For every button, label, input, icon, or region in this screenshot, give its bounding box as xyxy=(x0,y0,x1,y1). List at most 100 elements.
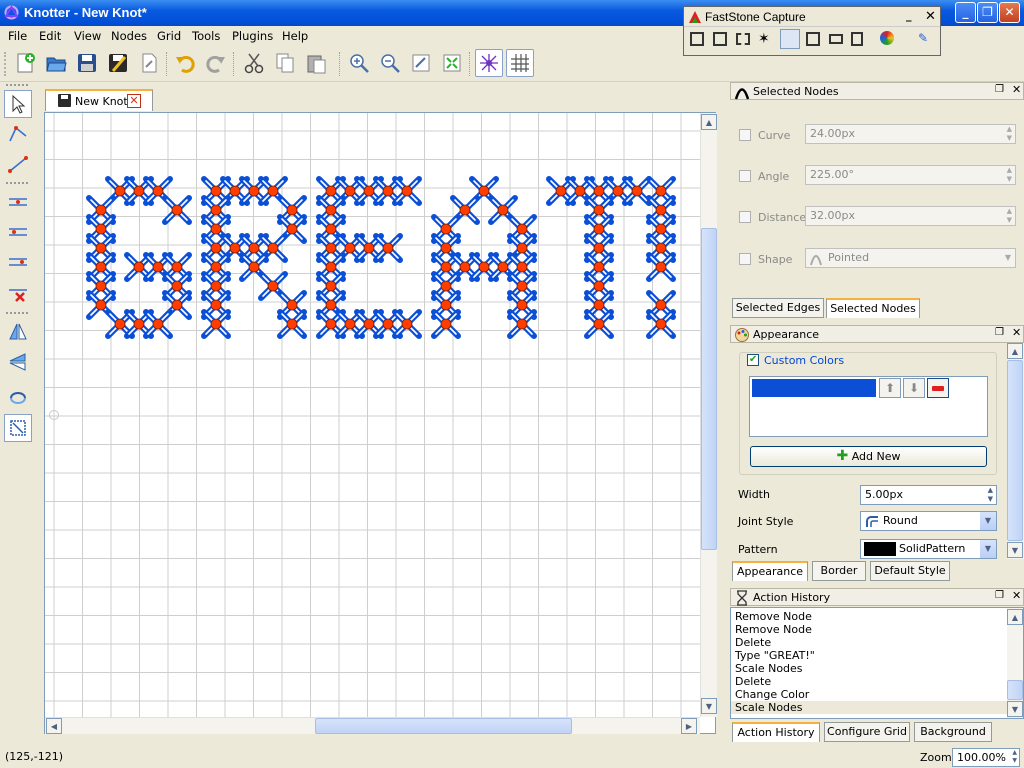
knot-node[interactable] xyxy=(171,299,183,311)
knot-node[interactable] xyxy=(478,261,490,273)
capture-settings-button[interactable]: ✎ xyxy=(918,31,928,45)
knot-node[interactable] xyxy=(497,204,509,216)
knot-node[interactable] xyxy=(325,185,337,197)
pattern-select[interactable]: SolidPattern ▼ xyxy=(860,539,997,559)
remove-color-button[interactable] xyxy=(927,378,949,398)
faststone-close-button[interactable]: ✕ xyxy=(925,9,936,24)
knot-node[interactable] xyxy=(344,318,356,330)
history-item[interactable]: Remove Node xyxy=(731,623,1009,636)
knot-node[interactable] xyxy=(363,242,375,254)
knot-node[interactable] xyxy=(382,185,394,197)
distance-checkbox[interactable] xyxy=(739,211,751,223)
width-spinbox[interactable]: 5.00px ▲ ▼ xyxy=(860,485,997,505)
knot-node[interactable] xyxy=(210,280,222,292)
scroll-up-button[interactable]: ▲ xyxy=(701,114,717,130)
knot-node[interactable] xyxy=(655,185,667,197)
knot-node[interactable] xyxy=(516,242,528,254)
joint-style-select[interactable]: Round ▼ xyxy=(860,511,997,531)
knot-node[interactable] xyxy=(171,261,183,273)
knot-node[interactable] xyxy=(555,185,567,197)
angle-checkbox[interactable] xyxy=(739,170,751,182)
knot-node[interactable] xyxy=(655,261,667,273)
knot-node[interactable] xyxy=(286,204,298,216)
capture-region-button[interactable] xyxy=(736,33,750,45)
knot-node[interactable] xyxy=(286,299,298,311)
knot-letter[interactable] xyxy=(316,176,422,339)
tab-background[interactable]: Background xyxy=(914,722,992,742)
knot-node[interactable] xyxy=(459,261,471,273)
tab-border[interactable]: Border xyxy=(812,561,866,581)
tab-selected-edges[interactable]: Selected Edges xyxy=(732,298,824,318)
maximize-button[interactable]: ❐ xyxy=(977,2,998,23)
capture-freehand-button[interactable]: ✶ xyxy=(758,31,770,47)
history-item[interactable]: Remove Node xyxy=(731,610,1009,623)
scroll-down-button[interactable]: ▼ xyxy=(1007,542,1023,558)
knot-node[interactable] xyxy=(325,318,337,330)
history-scrollbar[interactable]: ▲ ▼ xyxy=(1007,608,1023,718)
color-list[interactable]: ⬆ ⬇ xyxy=(749,376,988,437)
knot-node[interactable] xyxy=(133,318,145,330)
knot-drawing[interactable] xyxy=(45,113,715,733)
knot-node[interactable] xyxy=(95,223,107,235)
capture-fullscreen-button[interactable] xyxy=(780,29,800,49)
history-item[interactable]: Type "GREAT!" xyxy=(731,649,1009,662)
knot-node[interactable] xyxy=(114,185,126,197)
knot-node[interactable] xyxy=(248,242,260,254)
float-dock-button[interactable]: ❐ xyxy=(995,327,1004,338)
knot-node[interactable] xyxy=(95,261,107,273)
knot-node[interactable] xyxy=(440,299,452,311)
display-graph-button[interactable] xyxy=(475,49,503,77)
curve-checkbox[interactable] xyxy=(739,129,751,141)
knot-node[interactable] xyxy=(593,223,605,235)
knot-node[interactable] xyxy=(210,242,222,254)
move-color-up-button[interactable]: ⬆ xyxy=(879,378,901,398)
knot-node[interactable] xyxy=(286,318,298,330)
tab-configure-grid[interactable]: Configure Grid xyxy=(824,722,910,742)
menu-tools[interactable]: Tools xyxy=(192,29,220,43)
knot-node[interactable] xyxy=(593,185,605,197)
redo-button[interactable] xyxy=(202,49,230,77)
knot-node[interactable] xyxy=(229,185,241,197)
knot-node[interactable] xyxy=(210,261,222,273)
knot-node[interactable] xyxy=(516,299,528,311)
distance-spinbox[interactable]: 32.00px ▲ ▼ xyxy=(805,206,1016,226)
save-as-button[interactable] xyxy=(104,49,132,77)
scroll-down-button[interactable]: ▼ xyxy=(1007,701,1023,717)
edge-type-wall-button[interactable] xyxy=(4,218,32,246)
scroll-thumb[interactable] xyxy=(1007,360,1023,541)
history-list[interactable]: Remove Node Remove Node Delete Type "GRE… xyxy=(730,607,1024,719)
capture-scrolling-button[interactable] xyxy=(806,32,820,46)
move-color-down-button[interactable]: ⬇ xyxy=(903,378,925,398)
flip-vertical-button[interactable] xyxy=(4,348,32,376)
minimize-button[interactable]: _ xyxy=(955,2,976,23)
history-item[interactable]: Scale Nodes xyxy=(731,662,1009,675)
scroll-thumb[interactable] xyxy=(1007,680,1023,700)
knot-node[interactable] xyxy=(593,261,605,273)
knot-node[interactable] xyxy=(655,204,667,216)
curve-spinbox[interactable]: 24.00px ▲ ▼ xyxy=(805,124,1016,144)
knot-node[interactable] xyxy=(95,242,107,254)
close-button[interactable]: ✕ xyxy=(999,2,1020,23)
knot-node[interactable] xyxy=(401,185,413,197)
knot-node[interactable] xyxy=(401,318,413,330)
knot-node[interactable] xyxy=(593,280,605,292)
undo-button[interactable] xyxy=(171,49,199,77)
scroll-down-button[interactable]: ▼ xyxy=(701,698,717,714)
knot-node[interactable] xyxy=(267,185,279,197)
custom-colors-checkbox[interactable]: ✔ xyxy=(747,354,759,366)
edge-chain-tool-button[interactable] xyxy=(4,150,32,178)
history-item[interactable]: Change Color xyxy=(731,688,1009,701)
tab-appearance[interactable]: Appearance xyxy=(732,561,808,581)
knot-node[interactable] xyxy=(655,318,667,330)
edge-type-hole-button[interactable] xyxy=(4,248,32,276)
knot-node[interactable] xyxy=(248,261,260,273)
knot-node[interactable] xyxy=(210,318,222,330)
knot-node[interactable] xyxy=(152,318,164,330)
knot-node[interactable] xyxy=(612,185,624,197)
edge-type-crossing-button[interactable] xyxy=(4,188,32,216)
float-dock-button[interactable]: ❐ xyxy=(995,84,1004,95)
angle-spinbox[interactable]: 225.00° ▲ ▼ xyxy=(805,165,1016,185)
knot-node[interactable] xyxy=(95,299,107,311)
knot-great-text[interactable] xyxy=(86,176,676,339)
knot-node[interactable] xyxy=(344,185,356,197)
